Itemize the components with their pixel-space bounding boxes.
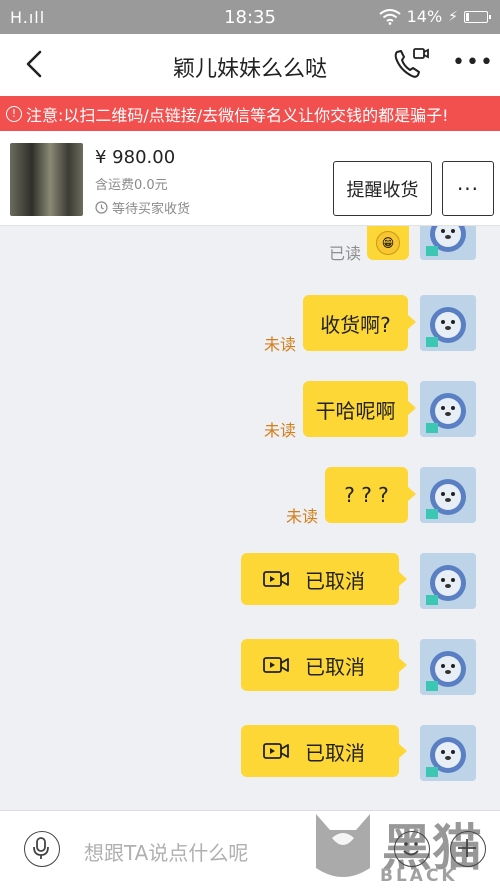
clock-icon [95,201,108,214]
chat-messages: 已读 😁 未读 收货啊? 未读 干哈呢啊 未读 ? ? ? 已取消 已取消 已取… [0,226,500,810]
message-bubble[interactable]: ? ? ? [325,467,416,523]
battery-percent: 14% [406,7,443,26]
order-more-button[interactable]: ··· [442,161,494,216]
seal-avatar-icon [420,467,476,523]
read-status: 已读 [329,244,362,263]
wifi-icon [378,8,401,25]
emoji-bubble[interactable]: 😁 [367,226,409,260]
avatar[interactable] [420,381,476,437]
watermark-en: BLACK CAT [380,866,458,888]
read-status: 未读 [264,421,297,440]
shipping-fee: 含运费0.0元 [95,178,168,193]
video-call-bubble[interactable]: 已取消 [241,639,407,691]
battery-icon [464,10,491,23]
order-status-label: 等待买家收货 [112,202,191,217]
seal-avatar-icon [420,639,476,695]
order-price: ¥ 980.00 [95,147,176,168]
avatar[interactable] [420,553,476,609]
avatar[interactable] [420,467,476,523]
order-status: 等待买家收货 [95,198,190,217]
charging-icon: ⚡ [448,8,458,25]
call-status: 已取消 [305,740,365,765]
video-call-bubble[interactable]: 已取消 [241,553,407,605]
read-status: 未读 [286,507,319,526]
video-camera-icon [263,657,289,673]
video-camera-icon [263,743,289,759]
voice-button[interactable] [24,831,60,867]
product-thumbnail[interactable] [10,143,83,216]
seal-avatar-icon [420,226,476,260]
avatar[interactable] [420,725,476,781]
more-options-icon[interactable]: ••• [452,52,494,74]
alert-icon: ! [6,105,22,122]
warning-text: 注意:以扫二维码/点链接/去微信等名义让你交钱的都是骗子! [26,105,449,125]
video-call-bubble[interactable]: 已取消 [241,725,407,777]
video-camera-icon [263,571,289,587]
message-bubble[interactable]: 干哈呢啊 [303,381,416,437]
message-input[interactable]: 想跟TA说点什么呢 [84,837,248,866]
scam-warning-banner: ! 注意:以扫二维码/点链接/去微信等名义让你交钱的都是骗子! [0,96,500,131]
status-bar: H.ıll 18:35 14% ⚡ [0,0,500,34]
grinning-emoji-icon: 😁 [376,231,400,255]
avatar[interactable] [420,639,476,695]
phone-video-call-icon[interactable] [392,46,430,82]
seal-avatar-icon [420,381,476,437]
message-bubble[interactable]: 收货啊? [303,295,416,351]
seal-avatar-icon [420,295,476,351]
remind-receipt-button[interactable]: 提醒收货 [333,161,432,216]
microphone-icon [33,837,49,859]
call-status: 已取消 [305,654,365,679]
avatar[interactable] [420,226,476,260]
avatar[interactable] [420,295,476,351]
seal-avatar-icon [420,725,476,781]
read-status: 未读 [264,335,297,354]
order-card: ¥ 980.00 含运费0.0元 等待买家收货 提醒收货 ··· [0,131,500,226]
seal-avatar-icon [420,553,476,609]
status-right: 14% ⚡ [378,7,491,26]
call-status: 已取消 [305,568,365,593]
cat-logo-icon [316,814,370,877]
black-cat-watermark: 黑猫 BLACK CAT [310,808,500,888]
chat-header: 颖儿妹妹么么哒 ••• [0,34,500,96]
